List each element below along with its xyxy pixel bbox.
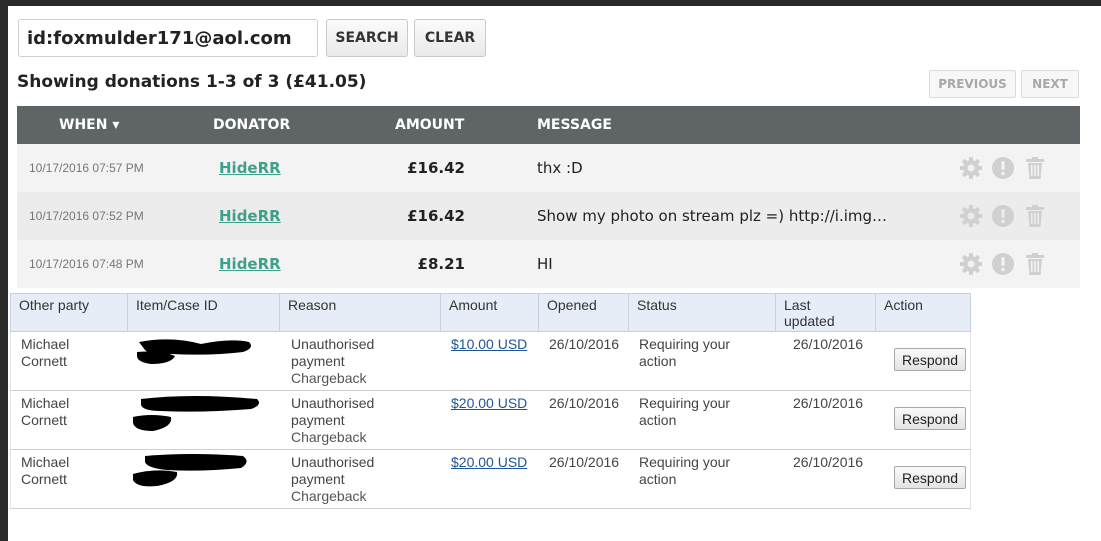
header-item-id: Item/Case ID — [128, 294, 280, 331]
dispute-row: Michael Cornett Unauthorised payment Cha… — [10, 332, 971, 391]
alert-icon[interactable] — [991, 156, 1015, 180]
opened-date: 26/10/2016 — [549, 336, 620, 352]
reason-type: Chargeback — [291, 429, 367, 445]
reason-type: Chargeback — [291, 370, 367, 386]
donation-message: HI — [537, 255, 553, 273]
trash-icon[interactable] — [1023, 204, 1047, 228]
last-updated-date: 26/10/2016 — [793, 454, 864, 470]
amount-link[interactable]: $10.00 USD — [451, 336, 527, 353]
search-input[interactable] — [18, 19, 318, 57]
other-party-line1: Michael — [21, 336, 70, 352]
gear-icon[interactable] — [959, 204, 983, 228]
header-reason: Reason — [280, 294, 441, 331]
dispute-row: Michael Cornett Unauthorised payment Cha… — [10, 450, 971, 509]
header-message: MESSAGE — [537, 117, 612, 133]
last-updated-date: 26/10/2016 — [793, 336, 864, 352]
donations-table-header: WHEN ▾ DONATOR AMOUNT MESSAGE — [17, 106, 1080, 144]
donation-row: 10/17/2016 07:52 PM HideRR £16.42 Show m… — [17, 192, 1080, 240]
amount-link[interactable]: $20.00 USD — [451, 395, 527, 412]
header-last-updated-line2: updated — [784, 313, 835, 329]
reason-line1: Unauthorised — [291, 454, 375, 470]
other-party-line1: Michael — [21, 454, 70, 470]
header-amount: Amount — [441, 294, 539, 331]
reason-line2: payment — [291, 353, 345, 369]
donation-amount: £16.42 — [407, 207, 465, 225]
amount-link[interactable]: $20.00 USD — [451, 454, 527, 471]
clear-button[interactable]: CLEAR — [414, 19, 486, 57]
other-party: Michael Cornett — [21, 395, 69, 429]
gear-icon[interactable] — [959, 252, 983, 276]
reason: Unauthorised payment Chargeback — [291, 454, 374, 505]
donation-message: thx :D — [537, 159, 583, 177]
reason: Unauthorised payment Chargeback — [291, 395, 374, 446]
donation-date: 10/17/2016 07:52 PM — [29, 209, 144, 223]
respond-button[interactable]: Respond — [894, 466, 966, 489]
header-last-updated-line1: Last — [784, 297, 811, 313]
status-line2: action — [639, 471, 677, 487]
reason-line2: payment — [291, 471, 345, 487]
reason: Unauthorised payment Chargeback — [291, 336, 374, 387]
donator-link[interactable]: HideRR — [219, 144, 281, 192]
disputes-table: Other party Item/Case ID Reason Amount O… — [10, 293, 971, 509]
header-other-party: Other party — [11, 294, 128, 331]
redacted-case-id — [131, 334, 271, 388]
other-party-line2: Cornett — [21, 471, 67, 487]
reason-line2: payment — [291, 412, 345, 428]
respond-button[interactable]: Respond — [894, 407, 966, 430]
header-last-updated: Last updated — [776, 294, 876, 331]
status: Requiring your action — [639, 454, 730, 488]
donation-date: 10/17/2016 07:48 PM — [29, 257, 144, 271]
respond-button[interactable]: Respond — [894, 348, 966, 371]
donation-amount: £16.42 — [407, 159, 465, 177]
donation-message: Show my photo on stream plz =) http://i.… — [537, 207, 888, 225]
other-party-line2: Cornett — [21, 353, 67, 369]
status-line1: Requiring your — [639, 336, 731, 352]
row-actions — [959, 204, 1051, 228]
header-amount: AMOUNT — [395, 117, 465, 133]
status-line2: action — [639, 412, 677, 428]
row-actions — [959, 252, 1051, 276]
dispute-row: Michael Cornett Unauthorised payment Cha… — [10, 391, 971, 450]
last-updated-date: 26/10/2016 — [793, 395, 864, 411]
donator-link[interactable]: HideRR — [219, 192, 281, 240]
donation-date: 10/17/2016 07:57 PM — [29, 161, 144, 175]
header-action: Action — [884, 297, 923, 313]
reason-type: Chargeback — [291, 488, 367, 504]
donation-amount: £8.21 — [417, 255, 465, 273]
results-summary: Showing donations 1-3 of 3 (£41.05) — [17, 72, 367, 92]
alert-icon[interactable] — [991, 252, 1015, 276]
header-when[interactable]: WHEN ▾ — [59, 106, 119, 144]
status-line1: Requiring your — [639, 454, 731, 470]
other-party: Michael Cornett — [21, 454, 69, 488]
other-party: Michael Cornett — [21, 336, 69, 370]
donator-link[interactable]: HideRR — [219, 240, 281, 288]
row-actions — [959, 156, 1051, 180]
next-button[interactable]: NEXT — [1021, 70, 1079, 98]
other-party-line2: Cornett — [21, 412, 67, 428]
gear-icon[interactable] — [959, 156, 983, 180]
donation-row: 10/17/2016 07:48 PM HideRR £8.21 HI — [17, 240, 1080, 288]
header-status: Status — [629, 294, 776, 331]
opened-date: 26/10/2016 — [549, 454, 620, 470]
alert-icon[interactable] — [991, 204, 1015, 228]
disputes-table-header: Other party Item/Case ID Reason Amount O… — [10, 293, 971, 332]
trash-icon[interactable] — [1023, 252, 1047, 276]
page-frame: SEARCH CLEAR Showing donations 1-3 of 3 … — [8, 6, 1101, 541]
search-button[interactable]: SEARCH — [326, 19, 408, 57]
other-party-line1: Michael — [21, 395, 70, 411]
reason-line1: Unauthorised — [291, 336, 375, 352]
redacted-case-id — [131, 393, 271, 447]
header-opened: Opened — [539, 294, 629, 331]
donation-row: 10/17/2016 07:57 PM HideRR £16.42 thx :D — [17, 144, 1080, 192]
header-donator: DONATOR — [213, 117, 291, 133]
status-line1: Requiring your — [639, 395, 731, 411]
status: Requiring your action — [639, 395, 730, 429]
redacted-case-id — [131, 452, 271, 506]
reason-line1: Unauthorised — [291, 395, 375, 411]
opened-date: 26/10/2016 — [549, 395, 620, 411]
status-line2: action — [639, 353, 677, 369]
trash-icon[interactable] — [1023, 156, 1047, 180]
status: Requiring your action — [639, 336, 730, 370]
previous-button[interactable]: PREVIOUS — [929, 70, 1016, 98]
